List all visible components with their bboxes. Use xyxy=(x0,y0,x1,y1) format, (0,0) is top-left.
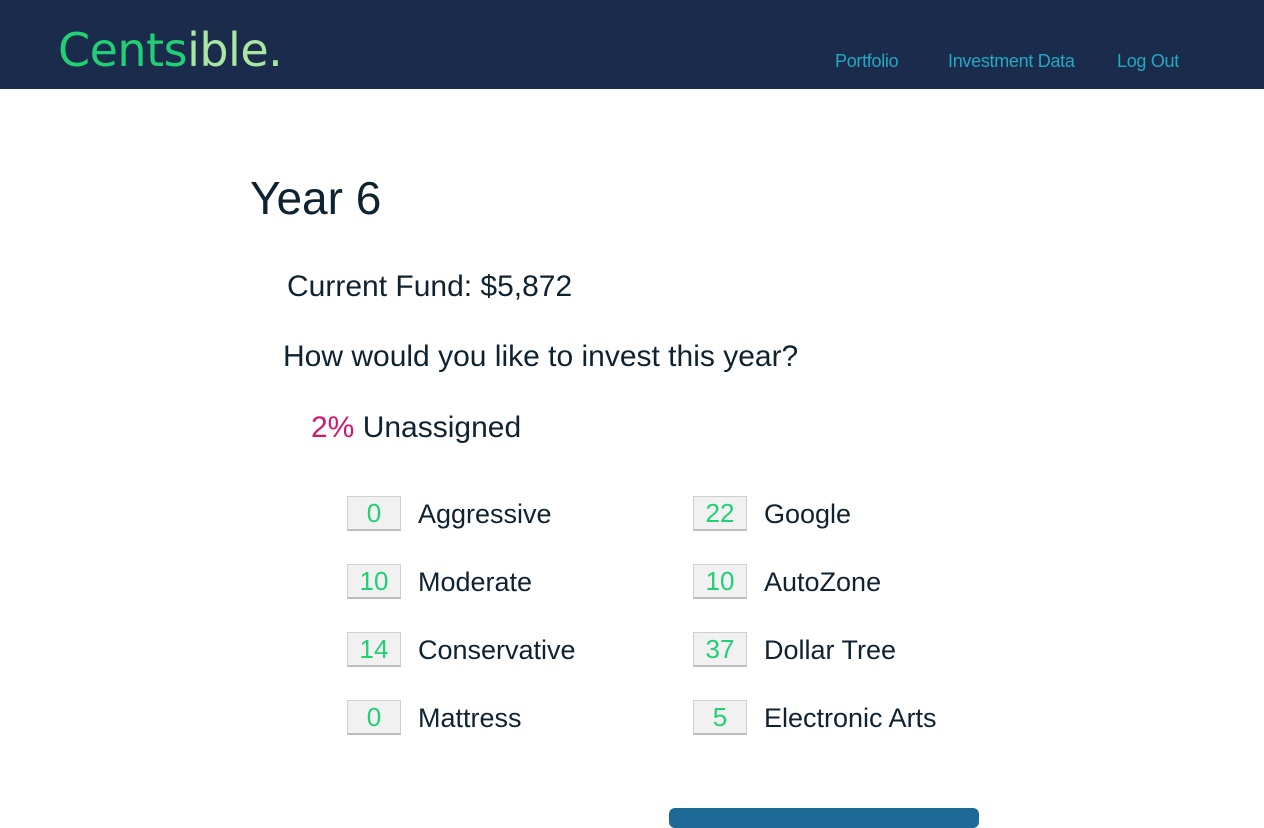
top-navbar: Centsible. Portfolio Investment Data Log… xyxy=(0,0,1264,89)
unassigned-status: 2% Unassigned xyxy=(311,409,521,447)
invest-question: How would you like to invest this year? xyxy=(283,340,799,373)
allocation-label-moderate: Moderate xyxy=(418,567,533,597)
allocation-label-mattress: Mattress xyxy=(418,703,522,733)
submit-button[interactable] xyxy=(669,808,979,828)
allocation-input-mattress[interactable]: 0 xyxy=(347,700,401,735)
allocation-label-dollar-tree: Dollar Tree xyxy=(764,635,897,665)
allocation-input-aggressive[interactable]: 0 xyxy=(347,496,401,531)
current-fund-text: Current Fund: $5,872 xyxy=(287,270,573,303)
allocation-input-autozone[interactable]: 10 xyxy=(693,564,747,599)
nav-link-investment-data[interactable]: Investment Data xyxy=(948,48,1075,74)
nav-link-log-out[interactable]: Log Out xyxy=(1117,48,1179,74)
allocation-label-conservative: Conservative xyxy=(418,635,576,665)
unassigned-percentage: 2% xyxy=(311,411,355,444)
logo-text-part2: ible. xyxy=(187,23,283,77)
allocation-label-autozone: AutoZone xyxy=(764,567,882,597)
allocation-input-dollar-tree[interactable]: 37 xyxy=(693,632,747,667)
allocation-input-google[interactable]: 22 xyxy=(693,496,747,531)
brand-logo[interactable]: Centsible. xyxy=(58,22,283,78)
logo-text-part1: Cents xyxy=(58,23,188,77)
allocation-label-electronic-arts: Electronic Arts xyxy=(764,703,937,733)
allocation-input-electronic-arts[interactable]: 5 xyxy=(693,700,747,735)
unassigned-label: Unassigned xyxy=(362,411,522,444)
allocation-input-conservative[interactable]: 14 xyxy=(347,632,401,667)
allocation-input-moderate[interactable]: 10 xyxy=(347,564,401,599)
page-title: Year 6 xyxy=(250,172,382,224)
allocation-label-google: Google xyxy=(764,499,852,529)
allocation-label-aggressive: Aggressive xyxy=(418,499,552,529)
nav-link-portfolio[interactable]: Portfolio xyxy=(835,48,899,74)
